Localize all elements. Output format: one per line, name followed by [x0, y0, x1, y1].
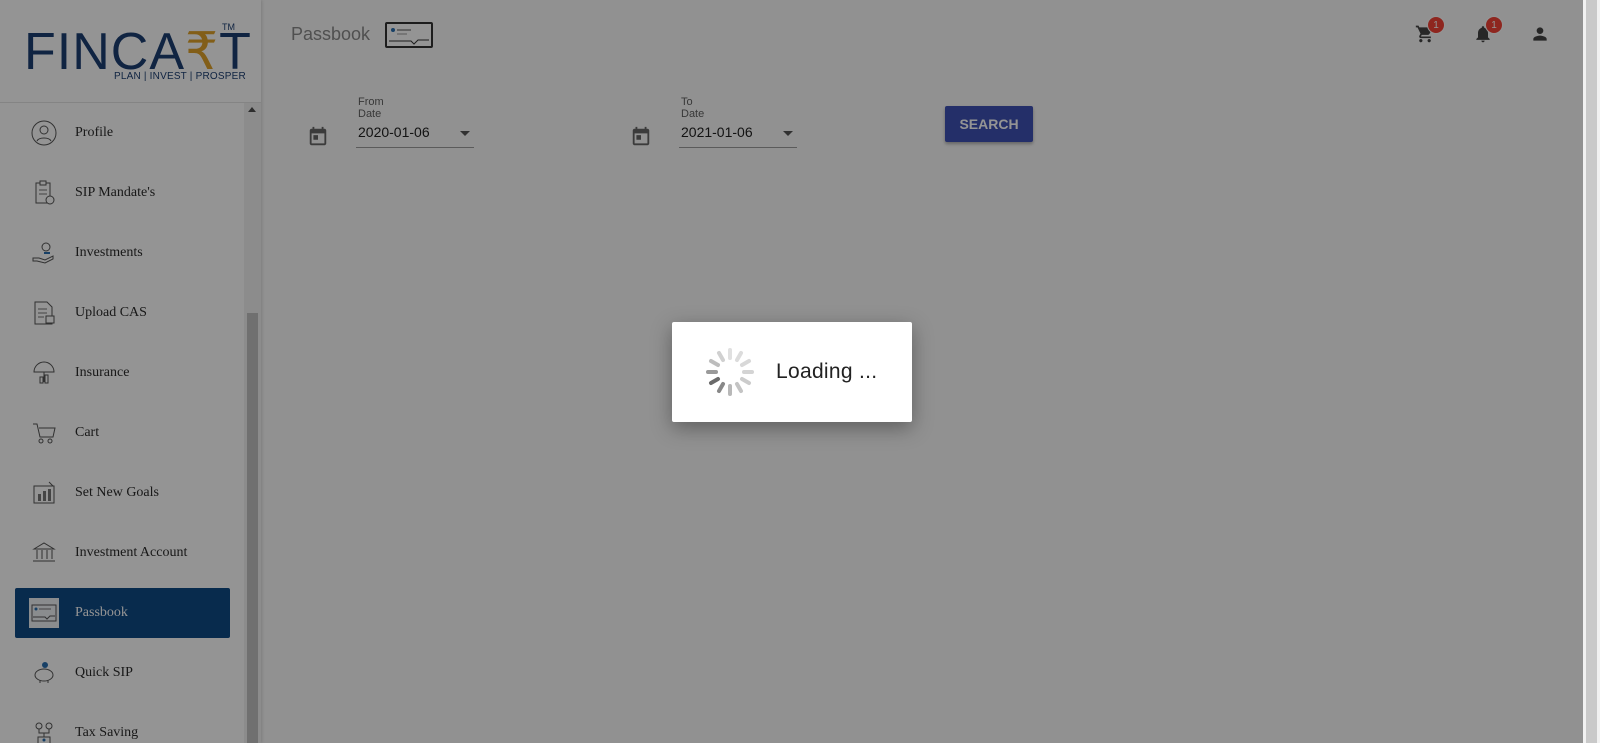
loading-dialog: Loading ...: [672, 322, 912, 422]
loading-spinner-icon: [706, 348, 754, 396]
loading-text: Loading ...: [776, 360, 878, 383]
page-scrollbar-thumb[interactable]: [1586, 0, 1597, 743]
page-scrollbar[interactable]: [1583, 0, 1600, 743]
